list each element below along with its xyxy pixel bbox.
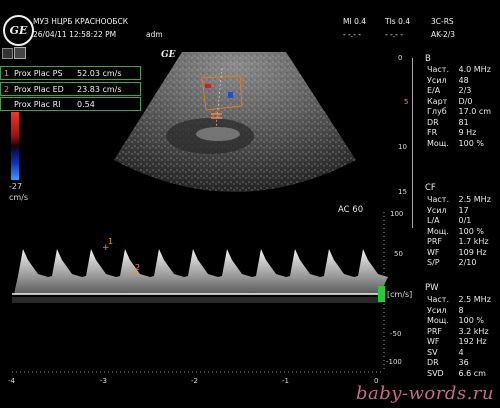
tis-dashes: - -.- - [385,30,403,39]
clinic-name: МУЗ НЦРБ КРАСНООБСК [33,17,129,26]
depth-tick-10: 10 [398,143,407,151]
depth-tick-15: 15 [398,188,407,196]
b-mode-params: Част. 4.0 MHz Усил 48 E/A 2/3 Карт D/0 Глуб 1… [427,65,492,148]
depth-tick-5: 5 [404,98,409,106]
probe-name: 3C-RS [431,17,454,26]
depth-tick-0: 0 [398,54,403,62]
cf-mode-title: CF [425,183,436,193]
mi-index: MI 0.4 [343,17,366,26]
b-mode-image [114,52,356,192]
doppler-waveform [14,249,388,294]
doppler-spectrum: + 1 + 2 [12,212,388,373]
mi-dashes: - -.- - [343,30,361,39]
velocity-unit: [cm/s] [387,290,413,299]
pw-mode-params: Част. 2.5 MHz Усил 8 Мощ. 100 % PRF 3.2 kHz … [427,295,491,378]
svg-text:2: 2 [135,263,140,272]
preset-name: AK-2/3 [431,30,456,39]
b-mode-title: B [425,54,431,64]
color-scale-value: -27 [9,182,23,191]
depth-scale-line [412,58,413,228]
time-tick: -2 [191,377,198,385]
time-tick: -4 [8,377,15,385]
ge-logo: GE [3,15,34,46]
power-icon [14,47,26,59]
exam-datetime: 26/04/11 12:58:22 PM [33,30,117,39]
svg-text:1: 1 [108,237,113,246]
color-map-icon [2,48,13,59]
watermark: baby-words.ru [355,383,494,404]
baseline-indicator [378,286,385,302]
time-tick: -1 [282,377,289,385]
time-tick: -3 [100,377,107,385]
tis-index: TIs 0.4 [385,17,411,26]
color-scale-unit: cm/s [9,193,29,202]
velocity-tick-100: 100 [390,210,404,218]
color-velocity-bar [11,112,19,180]
pw-mode-title: PW [425,283,439,293]
velocity-tick-neg50: -50 [390,330,402,338]
ge-small-mark: GE [161,50,176,60]
cf-mode-params: Част. 2.5 MHz Усил 17 L/A 0/1 Мощ. 100 % PRF… [427,195,491,267]
velocity-tick-50: 50 [394,250,403,258]
operator-name: adm [146,30,163,39]
velocity-tick-neg100: -100 [386,358,402,366]
